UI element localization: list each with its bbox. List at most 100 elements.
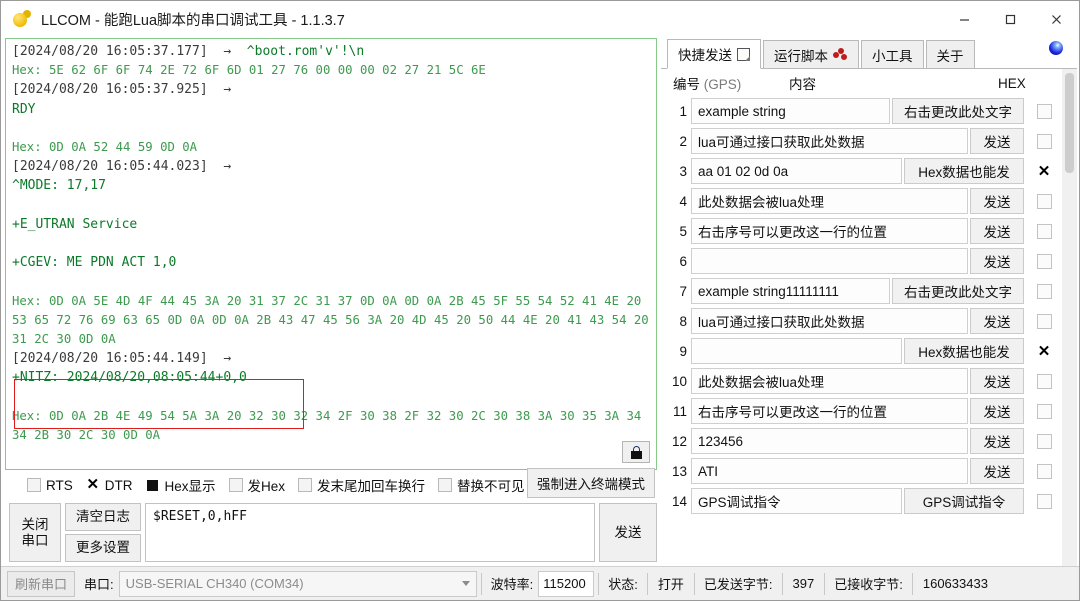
option-checkbox-4[interactable]: 发Hex [228,475,285,495]
row-content-input[interactable]: lua可通过接口获取此处数据 [691,128,968,154]
row-send-button[interactable]: Hex数据也能发 [904,338,1024,364]
row-send-button[interactable]: 发送 [970,188,1024,214]
option-label: Hex显示 [164,479,216,494]
header-content: 内容 [789,77,816,92]
row-index[interactable]: 7 [669,284,691,299]
checkbox-empty-icon [298,478,313,492]
minimize-icon[interactable] [941,1,987,37]
tab-4[interactable]: 关于 [925,40,975,68]
row-send-button[interactable]: GPS调试指令 [904,488,1024,514]
row-content-input[interactable] [691,248,968,274]
option-checkbox-6[interactable]: 替换不可见 [438,475,525,495]
row-index[interactable]: 2 [669,134,691,149]
row-content-input[interactable]: 此处数据会被lua处理 [691,368,968,394]
row-send-button[interactable]: 发送 [970,458,1024,484]
row-index[interactable]: 13 [669,464,691,479]
row-hex-checkbox[interactable] [1030,313,1058,329]
table-row: 4 此处数据会被lua处理 发送 [669,187,1058,215]
row-content-input[interactable]: 右击序号可以更改这一行的位置 [691,398,968,424]
log-buttons-stack: 清空日志 更多设置 [65,503,141,562]
row-hex-checkbox[interactable] [1030,193,1058,209]
titlebar: LLCOM - 能跑Lua脚本的串口调试工具 - 1.1.3.7 [1,1,1079,37]
row-hex-checkbox[interactable] [1030,103,1058,119]
more-settings-button[interactable]: 更多设置 [65,534,141,562]
clear-log-button[interactable]: 清空日志 [65,503,141,531]
row-send-button[interactable]: 右击更改此处文字 [892,98,1024,124]
row-index[interactable]: 5 [669,224,691,239]
close-port-button[interactable]: 关闭 串口 [9,503,61,562]
log-payload: +CGEV: ME PDN ACT 1,0 [12,255,177,271]
row-content-input[interactable]: example string11111111 [691,278,890,304]
row-hex-checkbox[interactable] [1030,463,1058,479]
row-index[interactable]: 1 [669,104,691,119]
row-hex-checkbox[interactable] [1030,283,1058,299]
row-index[interactable]: 11 [669,404,691,419]
row-hex-checkbox[interactable]: ✕ [1030,344,1058,359]
baud-input[interactable]: 115200 [538,570,595,597]
row-hex-checkbox[interactable] [1030,493,1058,509]
option-checkbox-2[interactable]: ✕ DTR [86,477,133,493]
row-content-input[interactable]: example string [691,98,890,124]
maximize-icon[interactable] [987,1,1033,37]
row-content-input[interactable]: 123456 [691,428,968,454]
send-input[interactable]: $RESET,0,hFF [145,503,595,562]
row-send-button[interactable]: 发送 [970,428,1024,454]
scrollbar-thumb[interactable] [1065,73,1074,173]
row-hex-checkbox[interactable] [1030,373,1058,389]
row-index[interactable]: 3 [669,164,691,179]
direction-arrow-icon: → [223,82,239,98]
row-index[interactable]: 14 [669,494,691,509]
header-number-label: 编号 [673,77,700,92]
row-index[interactable]: 9 [669,344,691,359]
refresh-port-button[interactable]: 刷新串口 [7,570,76,597]
row-index[interactable]: 8 [669,314,691,329]
quick-send-scrollbar[interactable] [1062,69,1077,566]
row-hex-checkbox[interactable] [1030,223,1058,239]
row-content-input[interactable]: 此处数据会被lua处理 [691,188,968,214]
row-content-input[interactable] [691,338,902,364]
log-blank-line [12,272,656,291]
checkbox-empty-icon [228,478,243,492]
tab-2[interactable]: 运行脚本 [763,40,859,68]
log-payload: ^boot.rom'v'!\n [238,44,365,59]
option-checkbox-3[interactable]: Hex显示 [146,475,216,495]
row-content-input[interactable]: ATI [691,458,968,484]
row-content-input[interactable]: aa 01 02 0d 0a [691,158,902,184]
row-content-input[interactable]: 右击序号可以更改这一行的位置 [691,218,968,244]
tab-1[interactable]: 快捷发送 [667,39,761,69]
row-content-input[interactable]: lua可通过接口获取此处数据 [691,308,968,334]
row-hex-checkbox[interactable] [1030,253,1058,269]
row-send-button[interactable]: 发送 [970,128,1024,154]
row-index[interactable]: 6 [669,254,691,269]
force-terminal-mode-button[interactable]: 强制进入终端模式 [527,468,655,498]
serial-log-panel[interactable]: [2024/08/20 16:05:37.177] → ^boot.rom'v'… [5,38,657,470]
row-send-button[interactable]: Hex数据也能发 [904,158,1024,184]
lock-icon[interactable] [622,441,650,463]
row-send-button[interactable]: 发送 [970,398,1024,424]
row-hex-checkbox[interactable] [1030,433,1058,449]
row-hex-checkbox[interactable] [1030,403,1058,419]
table-row: 1 example string 右击更改此处文字 [669,97,1058,125]
log-timestamp: [2024/08/20 16:05:44.023] [12,159,224,175]
option-checkbox-5[interactable]: 发末尾加回车换行 [298,475,425,495]
row-content-input[interactable]: GPS调试指令 [691,488,902,514]
row-send-button[interactable]: 发送 [970,308,1024,334]
row-hex-checkbox[interactable]: ✕ [1030,164,1058,179]
row-send-button[interactable]: 发送 [970,368,1024,394]
close-icon[interactable] [1033,1,1079,37]
globe-icon[interactable] [1049,41,1063,55]
row-index[interactable]: 4 [669,194,691,209]
row-send-button[interactable]: 发送 [970,248,1024,274]
option-label: DTR [104,477,133,493]
log-blank-line [12,234,656,253]
row-send-button[interactable]: 右击更改此处文字 [892,278,1024,304]
port-select[interactable]: USB-SERIAL CH340 (COM34) [118,570,477,597]
row-send-button[interactable]: 发送 [970,218,1024,244]
option-checkbox-1[interactable]: RTS [27,478,73,493]
tab-3[interactable]: 小工具 [861,40,924,68]
log-line: [2024/08/20 16:05:44.149] → [12,349,656,368]
send-button[interactable]: 发送 [599,503,657,562]
row-hex-checkbox[interactable] [1030,133,1058,149]
row-index[interactable]: 12 [669,434,691,449]
row-index[interactable]: 10 [669,374,691,389]
